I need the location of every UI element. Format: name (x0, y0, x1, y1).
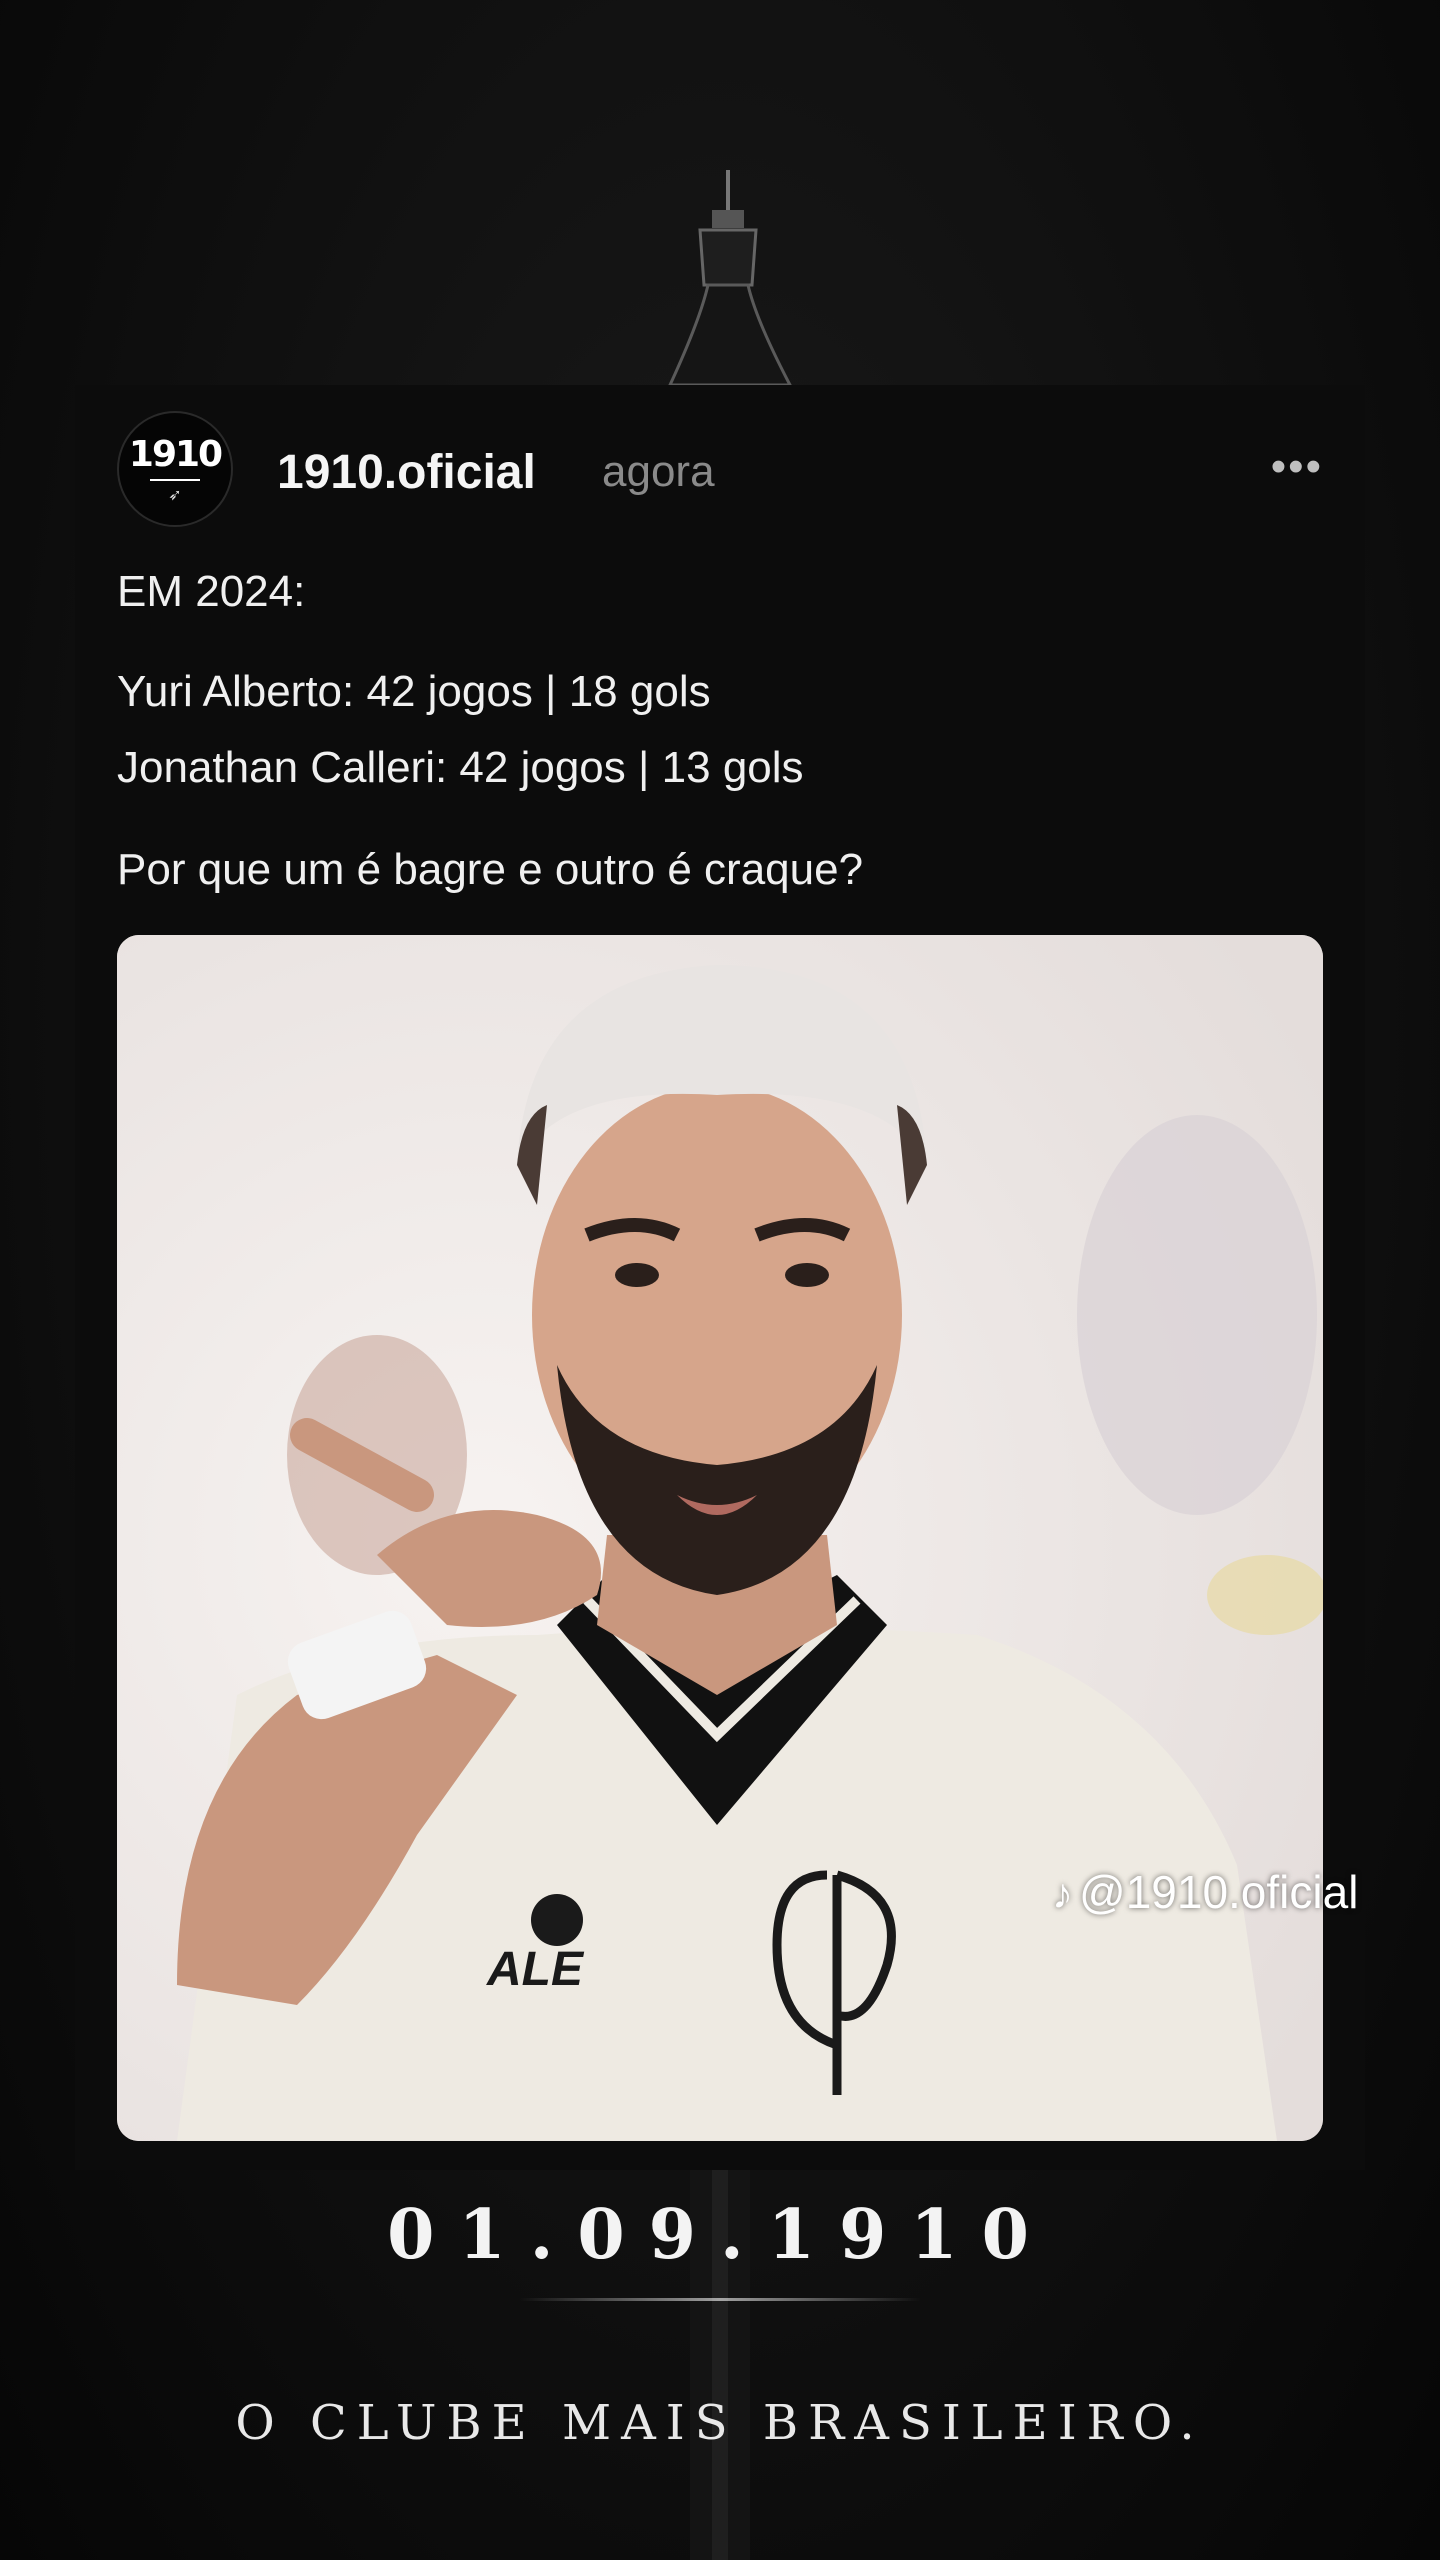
post-text-line-2: Yuri Alberto: 42 jogos | 18 gols (117, 667, 711, 716)
post-text-line-4: Por que um é bagre e outro é craque? (117, 845, 864, 894)
footer-divider (520, 2298, 920, 2301)
footer-slogan: O CLUBE MAIS BRASILEIRO. (235, 2395, 1205, 2451)
tiktok-icon: ♪ (1052, 1870, 1073, 1917)
avatar[interactable]: 1910 ➶ (117, 411, 233, 527)
avatar-divider (150, 479, 200, 481)
watermark-text: @1910.oficial (1079, 1866, 1359, 1918)
footer-date: 01.09.1910 (387, 2195, 1053, 2275)
post-text-line-3: Jonathan Calleri: 42 jogos | 13 gols (117, 743, 804, 792)
svg-text:ALE: ALE (486, 1943, 585, 1996)
bird-icon: ➶ (168, 487, 182, 504)
more-options-icon[interactable]: ••• (1271, 445, 1323, 489)
post-header: 1910 ➶ 1910.oficial agora ••• (117, 411, 1323, 529)
post-time: agora (602, 447, 715, 496)
post-photo[interactable]: ALE (117, 935, 1323, 2141)
post-text-line-1: EM 2024: (117, 567, 306, 616)
username[interactable]: 1910.oficial (277, 445, 536, 500)
avatar-logo-text: 1910 (128, 434, 223, 475)
watermark: ♪ @1910.oficial (1052, 1865, 1358, 1919)
player-illustration: ALE (117, 935, 1323, 2141)
